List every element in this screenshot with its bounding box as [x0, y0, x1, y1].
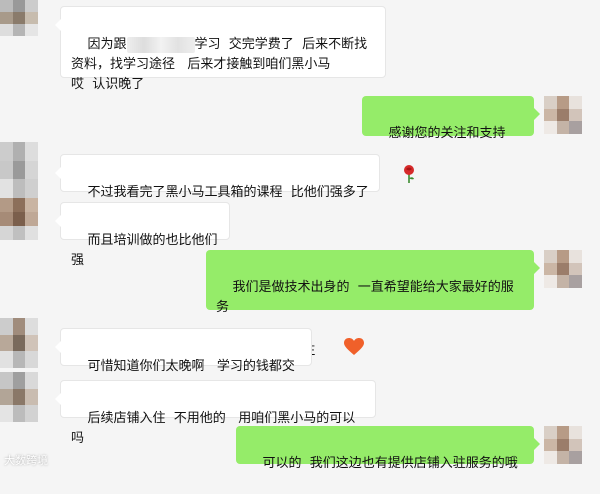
- message-text: 因为跟: [87, 37, 127, 52]
- rose-icon: [376, 144, 417, 211]
- message-text: 可以的 我们这边也有提供店铺入驻服务的哦: [262, 456, 518, 471]
- message-bubble-incoming[interactable]: 可惜知道你们太晚啊 学习的钱都交了: [55, 328, 312, 394]
- message-bubble-outgoing[interactable]: 感谢您的关注和支持: [362, 96, 540, 183]
- avatar[interactable]: [0, 318, 38, 368]
- message-bubble-outgoing[interactable]: 可以的 我们这边也有提供店铺入驻服务的哦: [236, 426, 540, 471]
- watermark: 大数跨境: [4, 452, 48, 468]
- message-bubble-incoming[interactable]: 后续店铺入住 不用他的 用咱们黑小马的可以吗: [55, 380, 376, 446]
- avatar[interactable]: [544, 96, 582, 134]
- message-text: 不过我看完了黑小马工具箱的课程 比他们强多了: [87, 185, 369, 200]
- avatar[interactable]: [0, 0, 38, 36]
- avatar[interactable]: [544, 426, 582, 464]
- avatar[interactable]: [0, 372, 38, 422]
- avatar[interactable]: [544, 250, 582, 288]
- message-bubble-outgoing[interactable]: 我们是做技术出身的 一直希望能给大家最好的服务 务 感谢您的关注: [206, 250, 540, 358]
- message-bubble-incoming[interactable]: 不过我看完了黑小马工具箱的课程 比他们强多了: [55, 154, 380, 200]
- message-bubble-incoming[interactable]: 而且培训做的也比他们强: [55, 202, 230, 268]
- heart-icon: [319, 318, 365, 383]
- watermark-text: 大数跨境: [4, 454, 48, 467]
- avatar[interactable]: [0, 142, 38, 198]
- redacted-name: [126, 36, 195, 53]
- avatar[interactable]: [0, 198, 38, 240]
- message-text: 感谢您的关注和支持: [388, 126, 506, 141]
- message-bubble-incoming[interactable]: 因为跟 学习 交完学费了 后来不断找 资料，找学习途径 后来才接触到咱们黑小马 哎…: [55, 6, 386, 92]
- message-text: 而且培训做的也比他们强: [71, 233, 218, 268]
